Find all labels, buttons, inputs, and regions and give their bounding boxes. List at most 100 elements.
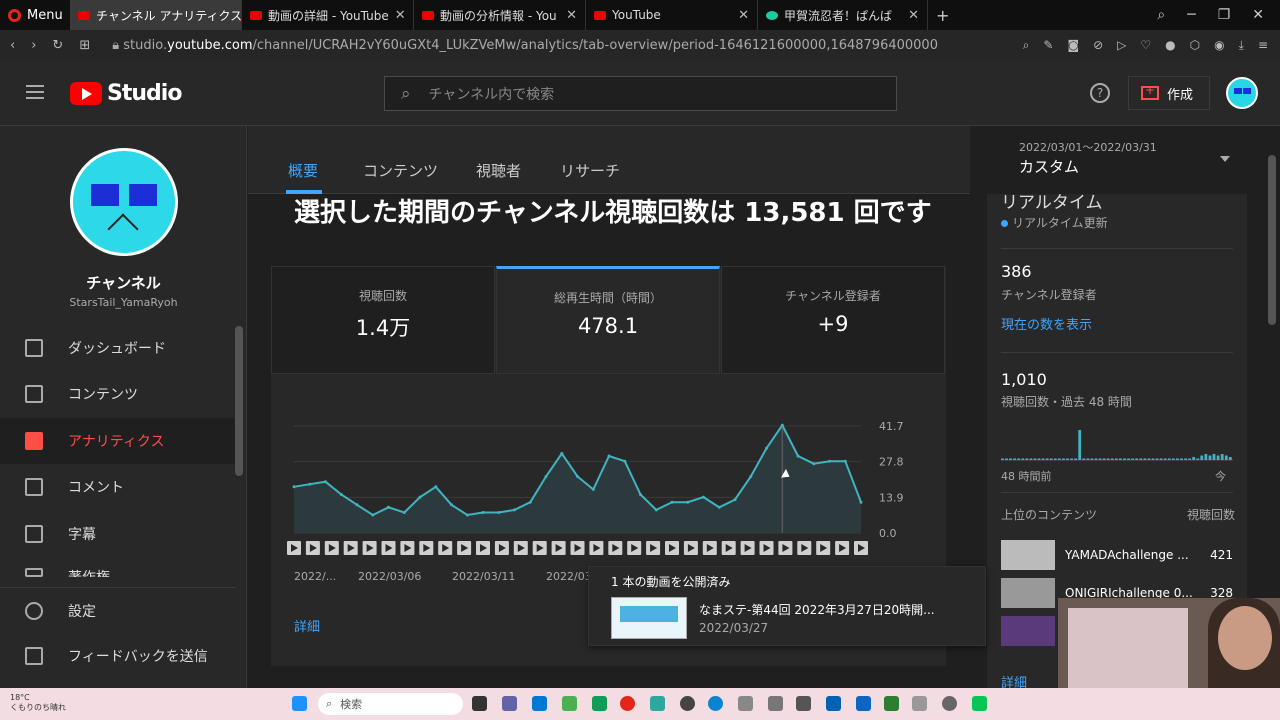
close-icon[interactable]: ✕ bbox=[395, 8, 406, 23]
face-image bbox=[1218, 606, 1272, 670]
app-icon[interactable] bbox=[768, 696, 783, 711]
app-icon[interactable] bbox=[912, 696, 927, 711]
back-icon[interactable]: ‹ bbox=[10, 38, 15, 53]
help-icon[interactable]: ? bbox=[1090, 83, 1110, 103]
metric-subscribers[interactable]: チャンネル登録者 +9 bbox=[721, 266, 945, 374]
browser-tab[interactable]: YouTube ✕ bbox=[586, 0, 758, 30]
browser-tab[interactable]: 動画の詳細 - YouTube ✕ bbox=[242, 0, 414, 30]
tab-content[interactable]: コンテンツ bbox=[363, 160, 438, 181]
menu-icon[interactable]: ≡ bbox=[1258, 38, 1268, 53]
app-icon[interactable] bbox=[532, 696, 547, 711]
camera-icon[interactable]: ◙ bbox=[1067, 38, 1079, 53]
cube-icon[interactable]: ⬡ bbox=[1190, 38, 1200, 53]
channel-name: チャンネル bbox=[86, 274, 161, 292]
opera-menu-button[interactable]: Menu bbox=[0, 0, 70, 30]
app-icon[interactable] bbox=[884, 696, 899, 711]
subscriber-count: 386 bbox=[1001, 262, 1032, 281]
minimize-icon[interactable]: ─ bbox=[1187, 7, 1195, 23]
close-window-icon[interactable]: ✕ bbox=[1252, 7, 1264, 23]
sidebar-item-comments[interactable]: コメント bbox=[0, 464, 236, 510]
weather-widget[interactable]: 18°C くもりのち晴れ bbox=[10, 693, 66, 713]
chevron-down-icon[interactable] bbox=[1220, 156, 1230, 162]
list-item[interactable]: YAMADAchallenge ... 421 bbox=[1001, 540, 1233, 570]
sidebar-item-content[interactable]: コンテンツ bbox=[0, 371, 236, 417]
realtime-bar bbox=[1053, 458, 1057, 460]
settings-icon[interactable] bbox=[942, 696, 957, 711]
sidebar-item-subtitles[interactable]: 字幕 bbox=[0, 511, 236, 557]
chat-icon[interactable] bbox=[502, 696, 517, 711]
task-view-icon[interactable] bbox=[472, 696, 487, 711]
forward-icon[interactable]: › bbox=[31, 38, 36, 53]
page-scrollbar[interactable] bbox=[1268, 155, 1276, 325]
speed-dial-icon[interactable]: ⊞ bbox=[79, 38, 90, 53]
close-icon[interactable]: ✕ bbox=[908, 8, 919, 23]
chrome-icon[interactable] bbox=[592, 696, 607, 711]
metric-views[interactable]: 視聴回数 1.4万 bbox=[271, 266, 495, 374]
sidebar-scrollbar[interactable] bbox=[235, 326, 243, 476]
app-icon[interactable] bbox=[826, 696, 841, 711]
video-thumbnail[interactable] bbox=[611, 597, 687, 639]
opera-logo-icon bbox=[8, 8, 21, 22]
show-count-link[interactable]: 現在の数を表示 bbox=[1001, 314, 1092, 333]
search-tabs-icon[interactable]: ⌕ bbox=[1157, 7, 1165, 23]
profile-icon[interactable]: ◉ bbox=[1214, 38, 1224, 53]
realtime-bar-chart[interactable] bbox=[1001, 426, 1233, 462]
data-point bbox=[387, 505, 390, 509]
browser-tab[interactable]: 甲賀流忍者！ぱんば ✕ bbox=[758, 0, 928, 30]
opera-icon[interactable] bbox=[620, 696, 635, 711]
sidebar-item-copyright[interactable]: 著作権 bbox=[0, 557, 236, 577]
tooltip-video-title[interactable]: なまステ-第44回 2022年3月27日20時開... bbox=[699, 601, 935, 618]
sidebar-item-dashboard[interactable]: ダッシュボード bbox=[0, 325, 236, 371]
tab-audience[interactable]: 視聴者 bbox=[476, 160, 521, 181]
subscriber-label: チャンネル登録者 bbox=[1001, 288, 1097, 302]
app-icon[interactable] bbox=[738, 696, 753, 711]
edit-icon[interactable]: ✎ bbox=[1043, 38, 1053, 53]
search-input[interactable]: ⌕ チャンネル内で検索 bbox=[384, 76, 897, 111]
details-link[interactable]: 詳細 bbox=[294, 616, 320, 635]
url-field[interactable]: 🔒︎ studio.youtube.com/channel/UCRAH2vY60… bbox=[112, 38, 938, 53]
windows-start-icon[interactable] bbox=[292, 696, 307, 711]
close-icon[interactable]: ✕ bbox=[566, 8, 577, 23]
app-icon[interactable] bbox=[856, 696, 871, 711]
page-headline: 選択した期間のチャンネル視聴回数は 13,581 回です bbox=[294, 198, 932, 228]
tab-research[interactable]: リサーチ bbox=[560, 160, 620, 181]
chrome-icon[interactable] bbox=[562, 696, 577, 711]
range-selector[interactable]: カスタム bbox=[1019, 156, 1079, 177]
channel-avatar[interactable] bbox=[70, 148, 178, 256]
send-icon[interactable]: ▷ bbox=[1117, 38, 1126, 53]
realtime-bar bbox=[1135, 458, 1139, 460]
studio-logo[interactable]: Studio bbox=[70, 81, 182, 106]
heart-icon[interactable]: ♡ bbox=[1140, 38, 1151, 53]
download-icon[interactable]: ⤓ bbox=[1239, 38, 1244, 53]
metric-watch-time[interactable]: 総再生時間（時間） 478.1 bbox=[496, 266, 720, 374]
block-icon[interactable]: ⊘ bbox=[1093, 38, 1103, 53]
url-path: /channel/UCRAH2vY60uGXt4_LUkZVeMw/analyt… bbox=[252, 37, 938, 53]
app-icon[interactable] bbox=[650, 696, 665, 711]
hamburger-icon[interactable] bbox=[26, 85, 44, 99]
realtime-bar bbox=[1094, 458, 1098, 460]
edge-icon[interactable] bbox=[708, 696, 723, 711]
browser-tab[interactable]: チャンネル アナリティクス✕ bbox=[70, 0, 242, 30]
account-avatar[interactable] bbox=[1226, 77, 1258, 109]
sidebar-item-analytics[interactable]: アナリティクス bbox=[0, 418, 236, 464]
data-point bbox=[623, 459, 627, 463]
app-icon[interactable] bbox=[796, 696, 811, 711]
sidebar-item-settings[interactable]: 設定 bbox=[0, 587, 236, 633]
search-icon[interactable]: ⌕ bbox=[1023, 38, 1030, 53]
sidebar-item-feedback[interactable]: フィードバックを送信 bbox=[0, 633, 236, 679]
y-tick-label: 41.7 bbox=[879, 420, 904, 433]
extension-icon[interactable]: ● bbox=[1165, 38, 1175, 53]
sidebar-item-label: コンテンツ bbox=[68, 387, 138, 403]
browser-tab[interactable]: 動画の分析情報 - You ✕ bbox=[414, 0, 586, 30]
reload-icon[interactable]: ↻ bbox=[52, 38, 63, 53]
maximize-icon[interactable]: ❐ bbox=[1218, 7, 1231, 23]
obs-icon[interactable] bbox=[680, 696, 695, 711]
create-button[interactable]: 作成 bbox=[1128, 76, 1210, 110]
line-icon[interactable] bbox=[972, 696, 987, 711]
tab-overview[interactable]: 概要 bbox=[288, 160, 318, 181]
new-tab-button[interactable]: + bbox=[928, 6, 957, 25]
temperature: 18°C bbox=[10, 693, 30, 702]
close-icon[interactable]: ✕ bbox=[738, 8, 749, 23]
sidebar-item-label: 設定 bbox=[68, 603, 96, 620]
taskbar-search[interactable]: ⌕ 検索 bbox=[318, 693, 463, 715]
